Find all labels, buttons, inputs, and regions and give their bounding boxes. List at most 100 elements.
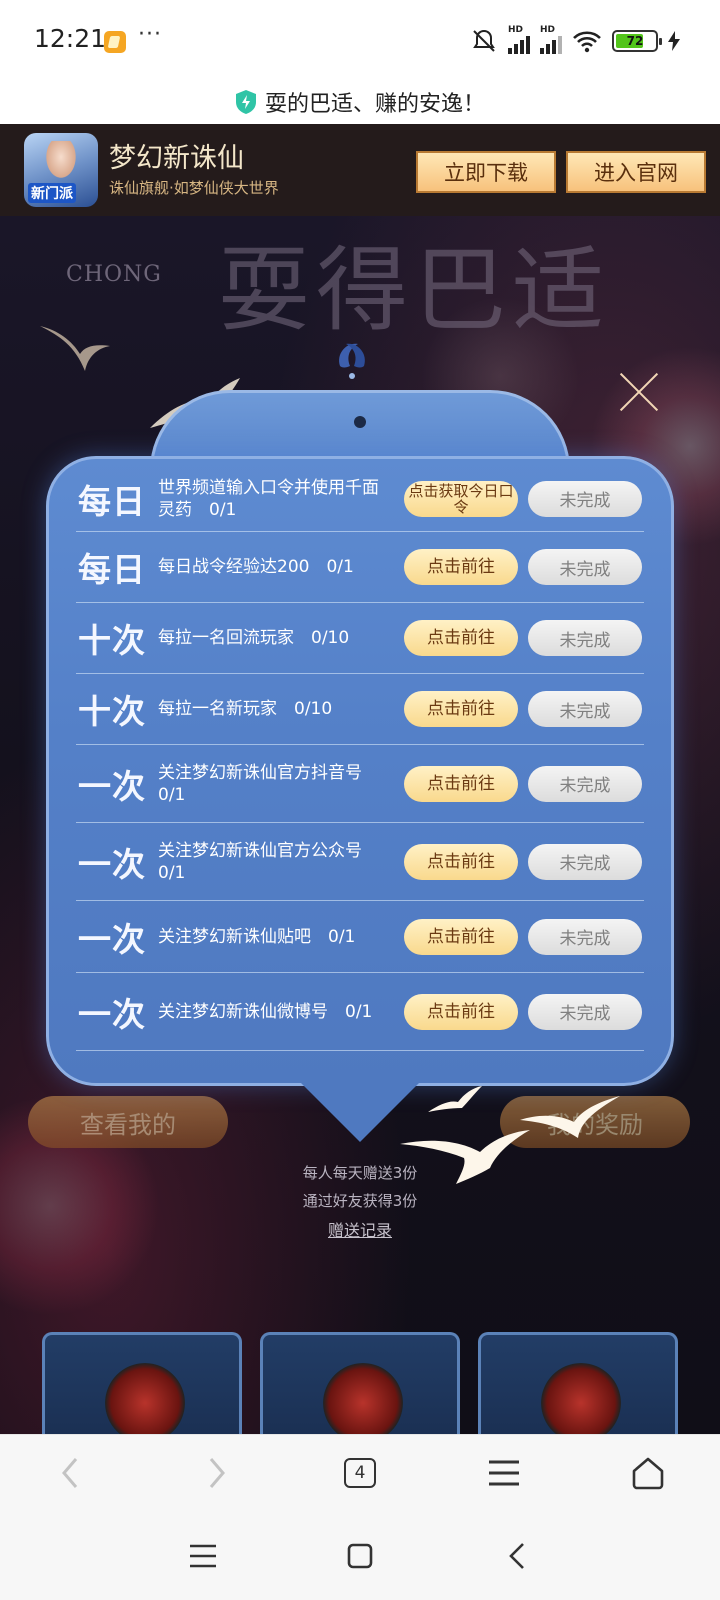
app-title: 梦幻新诛仙: [109, 143, 244, 174]
task-description: 世界频道输入口令并使用千面灵药 0/1: [158, 477, 379, 520]
modal-ornament-dot: [354, 416, 366, 428]
task-action-button[interactable]: 点击前往: [404, 765, 518, 802]
status-icons: HD HD 72: [470, 25, 680, 56]
gift-record-label: 赠送记录: [327, 1221, 392, 1240]
signal-1-icon: HD: [508, 25, 530, 54]
task-status-button[interactable]: 未完成: [528, 918, 642, 955]
task-action-button[interactable]: 点击前往: [404, 549, 518, 585]
task-frequency: 一次: [78, 766, 146, 806]
task-row: 一次 关注梦幻新诛仙官方公众号 0/1 点击前往 未完成: [76, 823, 644, 901]
recent-apps-icon: [190, 1544, 216, 1568]
task-row: 十次 每拉一名回流玩家 0/10 点击前往 未完成: [76, 603, 644, 674]
recent-apps-button[interactable]: [183, 1536, 223, 1576]
gift-record-link[interactable]: 赠送记录: [0, 1217, 720, 1241]
status-bar: 12:21 ··· HD HD 72: [0, 0, 720, 80]
task-row: 一次 关注梦幻新诛仙官方抖音号 0/1 点击前往 未完成: [76, 745, 644, 823]
download-button[interactable]: 立即下载: [416, 151, 556, 193]
app-subtitle: 诛仙旗舰·如梦仙侠大世界: [109, 179, 279, 197]
task-frequency: 一次: [78, 919, 146, 959]
task-frequency: 十次: [78, 692, 146, 731]
swallow-decoration: [428, 1086, 482, 1112]
task-status-button[interactable]: 未完成: [528, 993, 642, 1030]
system-home-button[interactable]: [340, 1536, 380, 1576]
status-time: 12:21: [34, 24, 107, 53]
task-row: 每日 世界频道输入口令并使用千面灵药 0/1 点击获取今日口令 未完成: [76, 466, 644, 532]
network-type-label-2: HD: [540, 25, 556, 35]
square-home-icon: [347, 1543, 373, 1569]
task-action-button[interactable]: 点击获取今日口令: [404, 480, 518, 517]
app-icon-badge: 新门派: [28, 183, 76, 203]
app-download-bar: 新门派 梦幻新诛仙 诛仙旗舰·如梦仙侠大世界 立即下载 进入官网: [0, 124, 720, 216]
site-banner-text: 耍的巴适、赚的安逸！: [264, 92, 485, 117]
task-description: 每拉一名回流玩家 0/10: [158, 628, 350, 648]
task-row: 每日 每日战令经验达200 0/1 点击前往 未完成: [76, 532, 644, 603]
task-frequency: 十次: [78, 621, 146, 660]
task-frequency: 每日: [78, 481, 146, 521]
notification-app-icon: [104, 31, 126, 53]
reward-card[interactable]: [478, 1332, 678, 1434]
daily-gift-info: 每人每天赠送3份: [302, 1164, 418, 1182]
site-banner: 耍的巴适、赚的安逸！: [0, 80, 720, 124]
task-frequency: 一次: [78, 994, 146, 1034]
task-description: 关注梦幻新诛仙微博号 0/1: [158, 1001, 373, 1022]
forward-arrow-icon: [209, 1458, 225, 1488]
network-type-label: HD: [508, 25, 524, 35]
task-status-button[interactable]: 未完成: [528, 620, 642, 656]
browser-menu-button[interactable]: [484, 1453, 524, 1493]
task-row: 一次 关注梦幻新诛仙贴吧 0/1 点击前往 未完成: [76, 901, 644, 973]
task-action-button[interactable]: 点击前往: [404, 620, 518, 656]
swallow-decoration: [40, 326, 110, 371]
reward-card[interactable]: [260, 1332, 460, 1434]
task-description: 关注梦幻新诛仙贴吧 0/1: [158, 926, 356, 947]
home-icon: [632, 1457, 664, 1490]
friend-gift-info: 通过好友获得3份: [302, 1192, 418, 1210]
back-arrow-icon: [62, 1458, 78, 1488]
task-action-button[interactable]: 点击前往: [404, 993, 518, 1030]
task-status-button[interactable]: 未完成: [528, 765, 642, 802]
reward-card[interactable]: [42, 1332, 242, 1434]
browser-forward-button[interactable]: [197, 1453, 237, 1493]
task-action-button[interactable]: 点击前往: [404, 843, 518, 880]
more-notifications-icon: ···: [138, 22, 162, 47]
swallow-decoration: [520, 1096, 620, 1138]
browser-toolbar: 4: [0, 1434, 720, 1510]
task-description: 每拉一名新玩家 0/10: [158, 699, 333, 719]
task-frequency: 一次: [78, 844, 146, 884]
menu-icon: [489, 1460, 519, 1486]
battery-level: 72: [626, 34, 644, 48]
system-back-icon: [509, 1543, 524, 1569]
app-icon[interactable]: 新门派: [24, 133, 98, 207]
swallow-decoration: [400, 1130, 530, 1184]
wifi-icon: [572, 29, 602, 53]
browser-tabs-button[interactable]: 4: [340, 1453, 380, 1493]
browser-back-button[interactable]: [50, 1453, 90, 1493]
browser-home-button[interactable]: [628, 1453, 668, 1493]
official-site-button[interactable]: 进入官网: [566, 151, 706, 193]
task-list: 每日 世界频道输入口令并使用千面灵药 0/1 点击获取今日口令 未完成 每日 每…: [76, 466, 644, 1051]
background-title: 耍得巴适: [218, 237, 611, 344]
task-frequency: 每日: [78, 550, 146, 589]
mute-icon: [470, 27, 498, 55]
task-status-button[interactable]: 未完成: [528, 691, 642, 727]
shield-icon: [235, 90, 256, 114]
system-back-button[interactable]: [497, 1536, 537, 1576]
task-description: 关注梦幻新诛仙官方抖音号 0/1: [158, 762, 379, 805]
task-status-button[interactable]: 未完成: [528, 843, 642, 880]
task-action-button[interactable]: 点击前往: [404, 918, 518, 955]
charging-icon: [668, 31, 680, 51]
task-action-button[interactable]: 点击前往: [404, 691, 518, 727]
tab-count: 4: [344, 1458, 376, 1488]
crescent-ornament-icon: [339, 343, 365, 379]
system-navigation-bar: [0, 1510, 720, 1600]
background-subtitle: CHONG: [66, 262, 162, 287]
signal-2-icon: HD: [540, 25, 562, 54]
task-row: 一次 关注梦幻新诛仙微博号 0/1 点击前往 未完成: [76, 973, 644, 1051]
task-row: 十次 每拉一名新玩家 0/10 点击前往 未完成: [76, 674, 644, 745]
view-my-button[interactable]: 查看我的: [28, 1096, 228, 1148]
task-description: 每日战令经验达200 0/1: [158, 557, 354, 577]
battery-icon: 72: [612, 30, 662, 52]
task-status-button[interactable]: 未完成: [528, 549, 642, 585]
close-icon[interactable]: [618, 370, 660, 412]
task-status-button[interactable]: 未完成: [528, 480, 642, 517]
task-description: 关注梦幻新诛仙官方公众号 0/1: [158, 840, 379, 883]
